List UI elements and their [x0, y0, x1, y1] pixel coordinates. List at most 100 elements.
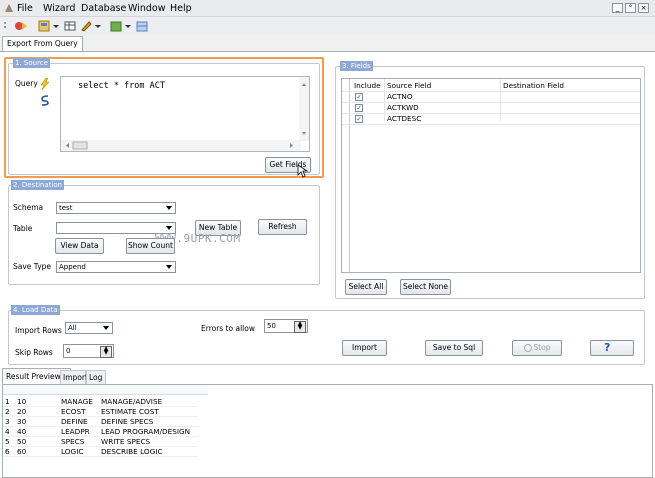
result-cell[interactable]: MANAGE [59, 397, 99, 407]
column-header[interactable]: Include [354, 82, 381, 90]
result-cell[interactable]: 60 [15, 446, 59, 457]
chevron-down-icon[interactable] [94, 20, 102, 32]
tab-log[interactable]: Log [86, 370, 106, 384]
query-hscrollbar[interactable] [61, 140, 301, 151]
chevron-down-icon [103, 326, 109, 330]
result-cell[interactable]: 30 [15, 416, 59, 427]
save-type-select[interactable]: Append [56, 261, 176, 273]
include-checkbox[interactable]: ✓ [355, 104, 363, 112]
skip-rows-value[interactable]: 0 [66, 347, 70, 355]
source-field-cell: ACTDESC [387, 114, 422, 123]
result-cell[interactable]: DEFINE [59, 416, 99, 427]
cursor-icon [297, 164, 309, 178]
result-table[interactable]: 1 10 MANAGE MANAGE/ADVISE 2 20 ECOST ESTIMATE … [3, 397, 198, 457]
show-count-button[interactable]: Show Count [126, 238, 175, 254]
spin-arrows-icon[interactable]: ▲ ▼ [294, 321, 306, 333]
load-data-group: 4. Load Data Import Rows All Skip Rows 0… [8, 305, 645, 365]
row-number: 2 [3, 406, 15, 417]
database-icon[interactable] [110, 20, 122, 32]
import-button[interactable]: Import [342, 340, 387, 356]
wizard-icon[interactable] [14, 20, 28, 32]
row-number: 6 [3, 446, 15, 457]
table-row[interactable]: 5 50 SPECS WRITE SPECS [3, 436, 198, 447]
table-row[interactable]: 6 60 LOGIC DESCRIBE LOGIC [3, 446, 198, 457]
query-editor[interactable]: select * from ACT [60, 76, 310, 152]
menu-window[interactable]: Window [128, 3, 165, 14]
result-cell[interactable]: MANAGE/ADVISE [99, 397, 198, 407]
source-field-cell: ACTNO [387, 92, 413, 101]
result-cell[interactable]: 10 [15, 397, 59, 407]
result-cell[interactable]: DESCRIBE LOGIC [99, 446, 198, 457]
result-cell[interactable]: 20 [15, 406, 59, 417]
schema-value: test [59, 204, 73, 212]
help-icon: ? [604, 341, 611, 354]
result-cell[interactable]: SPECS [59, 436, 99, 447]
destination-group: 2. Destination Schema test Table New Tab… [8, 180, 320, 285]
result-cell[interactable]: 40 [15, 426, 59, 437]
row-divider [342, 124, 640, 125]
result-cell[interactable]: LEADPR [59, 426, 99, 437]
restore-button[interactable]: ° [625, 3, 636, 13]
result-cell[interactable]: ECOST [59, 406, 99, 417]
export-icon[interactable] [38, 20, 50, 32]
chevron-down-icon [166, 226, 172, 230]
select-all-button[interactable]: Select All [345, 279, 387, 295]
table-row[interactable]: 2 20 ECOST ESTIMATE COST [3, 406, 198, 417]
schema-select[interactable]: test [56, 202, 176, 214]
result-cell[interactable]: LEAD PROGRAM/DESIGN [99, 426, 198, 437]
close-button[interactable]: × [638, 3, 649, 13]
table-icon[interactable] [64, 20, 76, 32]
table-row[interactable]: 1 10 MANAGE MANAGE/ADVISE [3, 397, 198, 407]
query-text[interactable]: select * from ACT [78, 81, 165, 91]
select-none-button[interactable]: Select None [400, 279, 451, 295]
toolbar [0, 17, 655, 35]
format-icon[interactable] [39, 94, 51, 106]
result-cell[interactable]: LOGIC [59, 446, 99, 457]
fields-grid[interactable]: Include Source Field Destination Field ✓… [341, 78, 641, 273]
fields-legend: 3. Fields [340, 61, 373, 71]
column-header[interactable]: Destination Field [503, 82, 564, 90]
table-row[interactable]: 4 40 LEADPR LEAD PROGRAM/DESIGN [3, 426, 198, 437]
result-cell[interactable]: ESTIMATE COST [99, 406, 198, 417]
import-rows-label: Import Rows [15, 326, 62, 335]
result-header [3, 385, 208, 395]
errors-value[interactable]: 50 [267, 322, 276, 330]
edit-icon[interactable] [80, 20, 92, 32]
grid-icon[interactable] [136, 20, 148, 32]
errors-label: Errors to allow [201, 324, 255, 333]
include-checkbox[interactable]: ✓ [355, 115, 363, 123]
spin-arrows-icon[interactable]: ▲ ▼ [100, 346, 112, 358]
tab-import[interactable]: Import [60, 370, 88, 384]
stop-button: Stop [512, 340, 562, 356]
lightning-icon[interactable] [39, 77, 51, 91]
view-data-button[interactable]: View Data [55, 238, 104, 254]
minimize-button[interactable]: _ [612, 3, 623, 13]
result-preview-panel[interactable]: 1 10 MANAGE MANAGE/ADVISE 2 20 ECOST ESTIMATE … [2, 384, 653, 478]
import-rows-select[interactable]: All [65, 322, 113, 334]
import-rows-value: All [68, 324, 77, 332]
menu-file[interactable]: File [17, 3, 33, 14]
skip-rows-spinner[interactable]: 0 ▲ ▼ [63, 344, 114, 358]
tab-export-from-query[interactable]: Export From Query [2, 36, 83, 51]
row-number: 1 [3, 397, 15, 407]
result-cell[interactable]: DEFINE SPECS [99, 416, 198, 427]
result-cell[interactable]: WRITE SPECS [99, 436, 198, 447]
errors-spinner[interactable]: 50 ▲ ▼ [264, 319, 308, 333]
source-group: 1. Source Query select * from ACT Get Fi… [8, 58, 320, 178]
menu-database[interactable]: Database [81, 3, 126, 14]
save-type-label: Save Type [13, 262, 52, 271]
row-number: 4 [3, 426, 15, 437]
chevron-down-icon[interactable] [52, 20, 60, 32]
help-button[interactable]: ? [590, 340, 634, 356]
menu-help[interactable]: Help [170, 3, 192, 14]
result-cell[interactable]: 50 [15, 436, 59, 447]
save-to-sql-button[interactable]: Save to Sql [425, 340, 483, 356]
table-row[interactable]: 3 30 DEFINE DEFINE SPECS [3, 416, 198, 427]
include-checkbox[interactable]: ✓ [355, 93, 363, 101]
chevron-down-icon[interactable] [124, 20, 132, 32]
refresh-button[interactable]: Refresh [258, 219, 307, 235]
menu-wizard[interactable]: Wizard [43, 3, 75, 14]
query-vscrollbar[interactable] [299, 77, 309, 141]
skip-rows-label: Skip Rows [15, 348, 53, 357]
column-header[interactable]: Source Field [387, 82, 431, 90]
